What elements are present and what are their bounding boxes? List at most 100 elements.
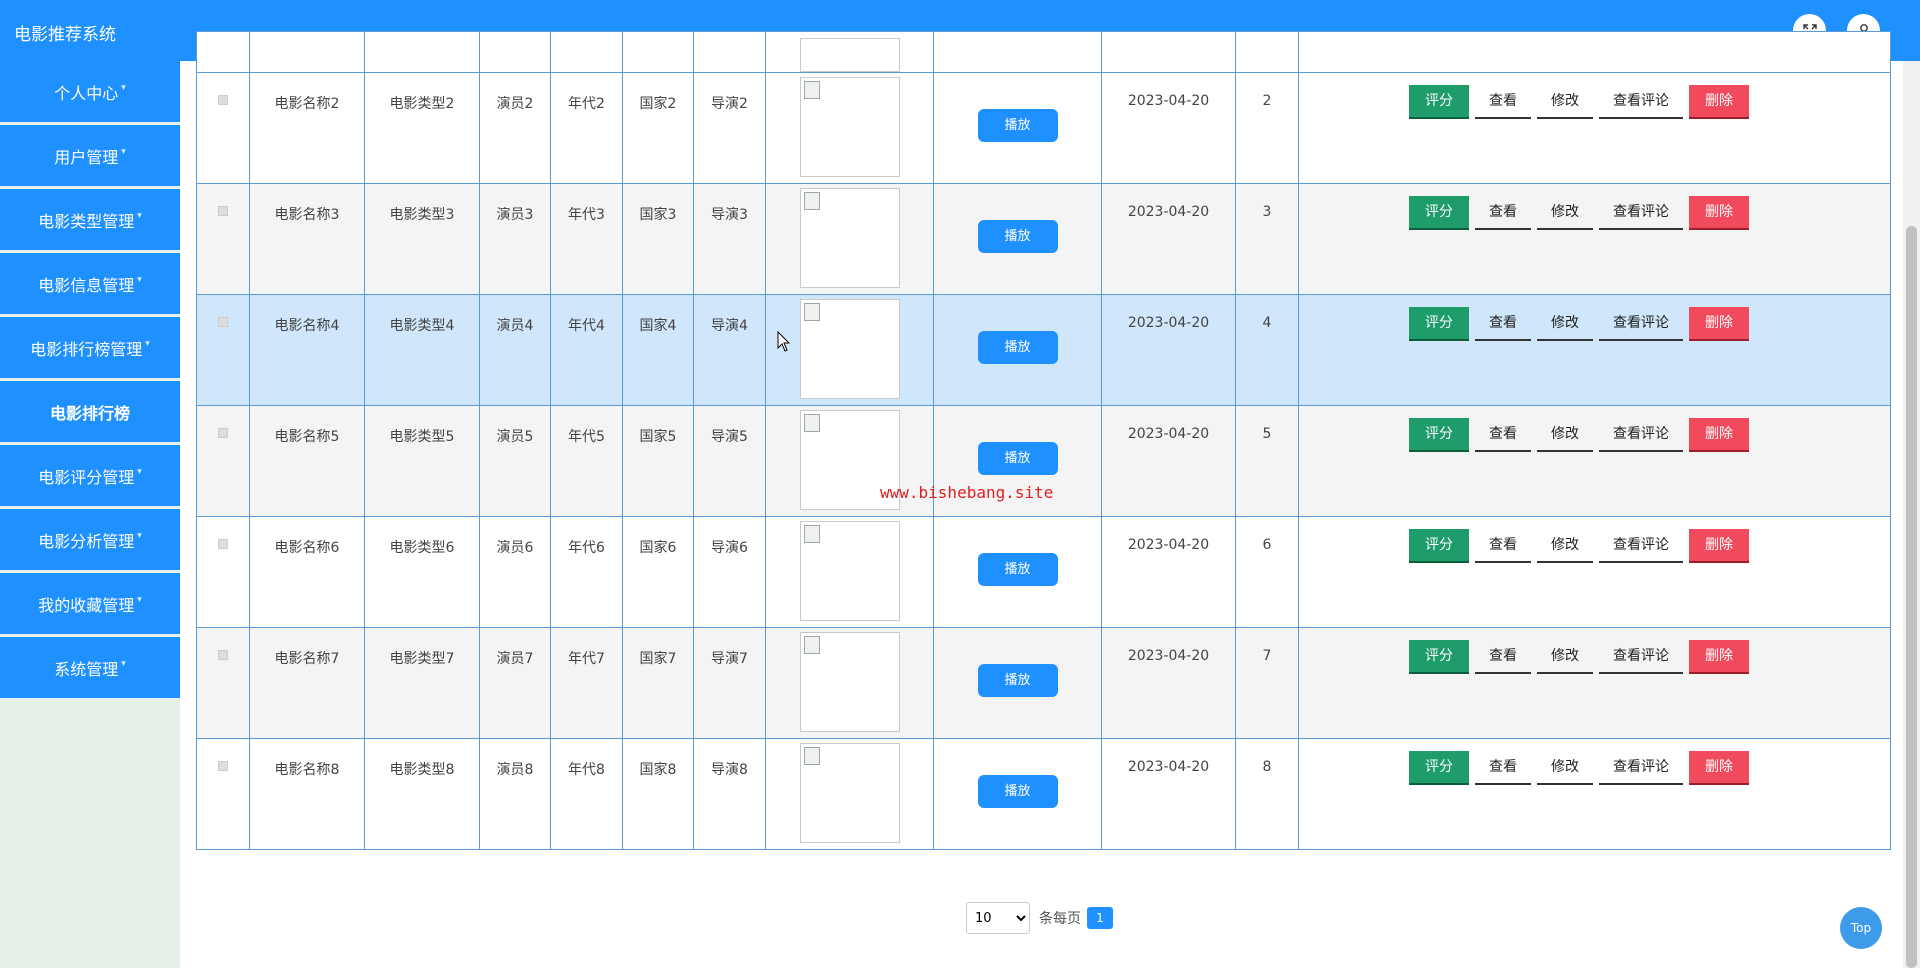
sidebar-item[interactable]: 用户管理 ▾: [0, 125, 180, 186]
view-comments-button[interactable]: 查看评论: [1599, 751, 1683, 785]
edit-button[interactable]: 修改: [1537, 529, 1593, 563]
edit-button[interactable]: 修改: [1537, 196, 1593, 230]
row-checkbox[interactable]: [218, 650, 228, 660]
row-checkbox[interactable]: [218, 539, 228, 549]
sidebar-item-label: 电影信息管理: [38, 275, 135, 295]
cell-actor: 演员2: [496, 96, 534, 112]
rate-button[interactable]: 评分: [1409, 751, 1469, 785]
play-button[interactable]: 播放: [977, 664, 1058, 697]
delete-button[interactable]: 删除: [1689, 640, 1749, 674]
view-button[interactable]: 查看: [1475, 529, 1531, 563]
play-button[interactable]: 播放: [977, 553, 1058, 586]
cell-year: 年代8: [568, 762, 605, 778]
cell-country: 国家8: [639, 762, 677, 778]
view-comments-button[interactable]: 查看评论: [1599, 307, 1683, 341]
cell-rank: 2: [1262, 93, 1272, 109]
rate-button[interactable]: 评分: [1409, 196, 1469, 230]
caret-down-icon: ▾: [137, 594, 142, 605]
sidebar-item[interactable]: 电影评分管理 ▾: [0, 445, 180, 506]
rate-button[interactable]: 评分: [1409, 307, 1469, 341]
caret-down-icon: ▾: [145, 338, 150, 349]
rate-button[interactable]: 评分: [1409, 418, 1469, 452]
cell-date: 2023-04-20: [1127, 537, 1210, 553]
view-button[interactable]: 查看: [1475, 307, 1531, 341]
play-button[interactable]: 播放: [977, 331, 1058, 364]
view-button[interactable]: 查看: [1475, 640, 1531, 674]
edit-button[interactable]: 修改: [1537, 418, 1593, 452]
row-checkbox[interactable]: [218, 95, 228, 105]
edit-button[interactable]: 修改: [1537, 751, 1593, 785]
cell-date: 2023-04-20: [1127, 759, 1210, 775]
row-checkbox[interactable]: [218, 317, 228, 327]
sidebar-item[interactable]: 电影信息管理 ▾: [0, 253, 180, 314]
caret-down-icon: ▾: [137, 466, 142, 477]
view-button[interactable]: 查看: [1475, 196, 1531, 230]
cell-director: 导演5: [711, 429, 748, 445]
page-button-current[interactable]: 1: [1087, 907, 1113, 929]
rate-button[interactable]: 评分: [1409, 529, 1469, 563]
table-row[interactable]: 电影名称6 电影类型6 演员6 年代6 国家6 导演6 播放 2023-04-20 6 评分 查看修…: [196, 516, 1891, 628]
row-checkbox[interactable]: [218, 761, 228, 771]
main-content: 电影名称2 电影类型2 演员2 年代2 国家2 导演2 播放 2023-04-20 2 评分 查看修…: [180, 31, 1900, 968]
rate-button[interactable]: 评分: [1409, 85, 1469, 119]
sidebar-item-label: 电影排行榜: [49, 403, 130, 423]
edit-button[interactable]: 修改: [1537, 85, 1593, 119]
cell-actor: 演员3: [496, 207, 534, 223]
table-row[interactable]: 电影名称7 电影类型7 演员7 年代7 国家7 导演7 播放 2023-04-20 7 评分 查看修…: [196, 627, 1891, 739]
cell-actor: 演员5: [496, 429, 534, 445]
mouse-cursor-icon: [777, 331, 791, 352]
delete-button[interactable]: 删除: [1689, 196, 1749, 230]
cell-actor: 演员4: [496, 318, 534, 334]
view-button[interactable]: 查看: [1475, 751, 1531, 785]
sidebar-item[interactable]: 个人中心 ▾: [0, 61, 180, 122]
delete-button[interactable]: 删除: [1689, 751, 1749, 785]
row-checkbox[interactable]: [218, 206, 228, 216]
sidebar-item[interactable]: 系统管理 ▾: [0, 637, 180, 698]
view-button[interactable]: 查看: [1475, 418, 1531, 452]
table-row[interactable]: 电影名称3 电影类型3 演员3 年代3 国家3 导演3 播放 2023-04-20 3 评分 查看修…: [196, 183, 1891, 295]
scrollbar-thumb[interactable]: [1906, 226, 1917, 968]
sidebar-item[interactable]: 电影类型管理 ▾: [0, 189, 180, 250]
scrollbar[interactable]: [1903, 61, 1920, 968]
edit-button[interactable]: 修改: [1537, 640, 1593, 674]
broken-image-icon: [803, 414, 820, 432]
edit-button[interactable]: 修改: [1537, 307, 1593, 341]
back-to-top-button[interactable]: Top: [1840, 907, 1882, 949]
delete-button[interactable]: 删除: [1689, 85, 1749, 119]
sidebar-item[interactable]: 电影分析管理 ▾: [0, 509, 180, 570]
page-size-select[interactable]: 10: [966, 902, 1030, 934]
delete-button[interactable]: 删除: [1689, 418, 1749, 452]
row-actions: 评分 查看 修改 查看评论 删除: [1299, 517, 1890, 563]
sidebar-item[interactable]: 电影排行榜管理 ▾: [0, 317, 180, 378]
cell-country: 国家5: [639, 429, 677, 445]
play-button[interactable]: 播放: [977, 775, 1058, 808]
sidebar-item-label: 电影分析管理: [38, 531, 135, 551]
play-button[interactable]: 播放: [977, 442, 1058, 475]
cell-rank: 5: [1262, 426, 1272, 442]
cell-rank: 7: [1262, 648, 1272, 664]
cell-director: 导演4: [711, 318, 748, 334]
cell-name: 电影名称2: [274, 96, 340, 112]
sidebar-item[interactable]: 我的收藏管理 ▾: [0, 573, 180, 634]
sidebar-item[interactable]: 电影排行榜: [0, 381, 180, 442]
rate-button[interactable]: 评分: [1409, 640, 1469, 674]
play-button[interactable]: 播放: [977, 220, 1058, 253]
caret-down-icon: ▾: [137, 210, 142, 221]
table-row[interactable]: 电影名称8 电影类型8 演员8 年代8 国家8 导演8 播放 2023-04-20 8 评分 查看修…: [196, 738, 1891, 850]
table-row[interactable]: 电影名称4 电影类型4 演员4 年代4 国家4 导演4 播放 2023-04-20 4 评分 查看修…: [196, 294, 1891, 406]
view-comments-button[interactable]: 查看评论: [1599, 418, 1683, 452]
poster-image: [799, 299, 900, 399]
table-row[interactable]: 电影名称2 电影类型2 演员2 年代2 国家2 导演2 播放 2023-04-20 2 评分 查看修…: [196, 72, 1891, 184]
row-checkbox[interactable]: [218, 428, 228, 438]
play-button[interactable]: 播放: [977, 109, 1058, 142]
cell-country: 国家2: [639, 96, 677, 112]
view-comments-button[interactable]: 查看评论: [1599, 640, 1683, 674]
view-comments-button[interactable]: 查看评论: [1599, 85, 1683, 119]
view-comments-button[interactable]: 查看评论: [1599, 196, 1683, 230]
cell-rank: 6: [1262, 537, 1272, 553]
view-button[interactable]: 查看: [1475, 85, 1531, 119]
cell-type: 电影类型2: [389, 96, 455, 112]
delete-button[interactable]: 删除: [1689, 307, 1749, 341]
view-comments-button[interactable]: 查看评论: [1599, 529, 1683, 563]
delete-button[interactable]: 删除: [1689, 529, 1749, 563]
